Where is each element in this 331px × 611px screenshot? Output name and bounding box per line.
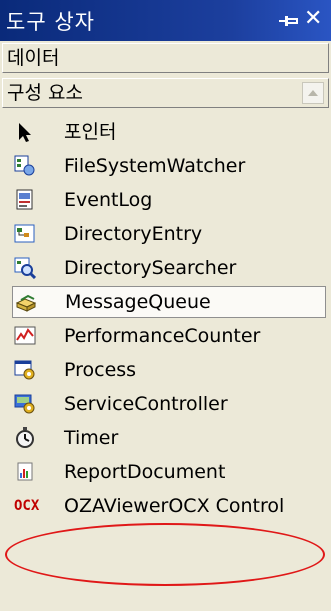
list-item-label: 포인터 [64, 121, 117, 143]
process-icon [14, 360, 35, 380]
list-item-filesystemwatcher[interactable]: FileSystemWatcher [14, 150, 324, 182]
list-item-label: OZAViewerOCX Control [64, 495, 285, 517]
toolbox-title-bar[interactable]: 도구 상자 ✕ [0, 0, 331, 41]
list-item-label: DirectorySearcher [64, 257, 237, 279]
directorysearcher-icon [14, 257, 36, 279]
toolbox-title: 도구 상자 [6, 10, 95, 34]
list-item-performancecounter[interactable]: PerformanceCounter [14, 320, 324, 352]
list-item-directoryentry[interactable]: DirectoryEntry [14, 218, 324, 250]
toolbox-panel: 도구 상자 ✕ 데이터 구성 요소 포인터 FileSystemWatcher … [0, 0, 331, 611]
pointer-icon [19, 123, 31, 142]
pin-icon[interactable] [278, 12, 300, 30]
eventlog-icon [16, 189, 33, 210]
servicecontroller-icon [14, 394, 35, 414]
list-item-label: ReportDocument [64, 461, 226, 483]
list-item-label: Timer [64, 427, 119, 449]
timer-icon [16, 427, 34, 448]
list-item-label: ServiceController [64, 393, 228, 415]
ocx-icon: OCX [14, 498, 40, 514]
performancecounter-icon [14, 326, 36, 345]
list-item-label: FileSystemWatcher [64, 155, 246, 177]
list-item-label: MessageQueue [65, 291, 211, 313]
list-item-label: Process [64, 359, 137, 381]
tab-data-label: 데이터 [7, 47, 60, 69]
list-item-label: PerformanceCounter [64, 325, 261, 347]
reportdocument-icon [17, 462, 33, 481]
list-item-timer[interactable]: Timer [14, 422, 324, 454]
tab-components[interactable]: 구성 요소 [2, 78, 329, 108]
list-item-directorysearcher[interactable]: DirectorySearcher [14, 252, 324, 284]
list-item-reportdocument[interactable]: ReportDocument [14, 456, 324, 488]
filesystemwatcher-icon [14, 155, 35, 176]
list-item-servicecontroller[interactable]: ServiceController [14, 388, 324, 420]
list-item-messagequeue[interactable]: MessageQueue [12, 286, 326, 318]
list-item-label: EventLog [64, 189, 153, 211]
list-item-label: DirectoryEntry [64, 223, 203, 245]
list-item-process[interactable]: Process [14, 354, 324, 386]
highlight-oval [5, 523, 325, 586]
list-item-pointer[interactable]: 포인터 [14, 116, 324, 148]
close-icon[interactable]: ✕ [304, 7, 322, 31]
list-item-eventlog[interactable]: EventLog [14, 184, 324, 216]
tab-data[interactable]: 데이터 [2, 43, 329, 73]
directoryentry-icon [14, 224, 35, 243]
messagequeue-icon [15, 294, 37, 312]
list-item-ozaviewerocx-control[interactable]: OCX OZAViewerOCX Control [14, 490, 324, 522]
tab-components-label: 구성 요소 [7, 82, 83, 104]
scroll-up-button[interactable] [302, 82, 324, 104]
